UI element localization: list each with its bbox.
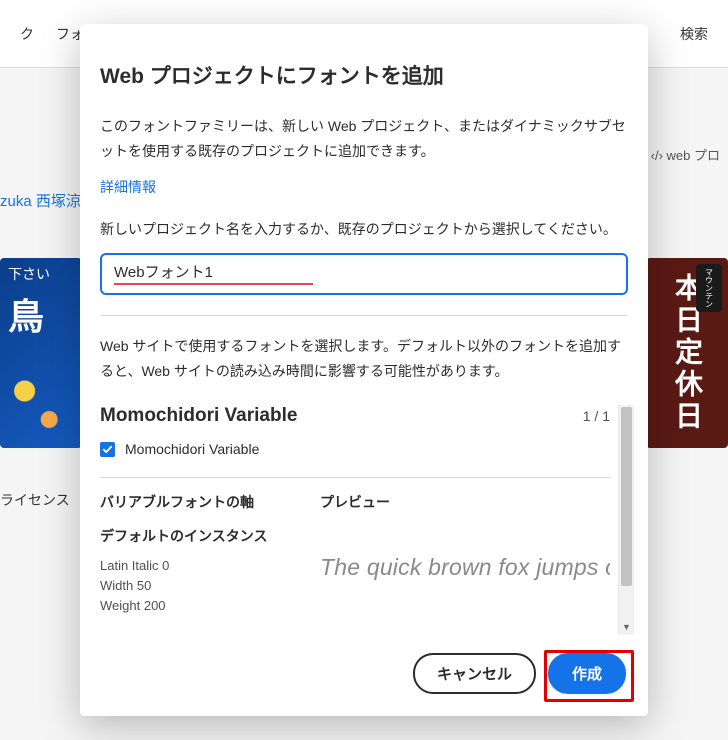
range-label-truncated: 範囲 <box>100 634 280 635</box>
font-family-heading: Momochidori Variable <box>100 405 297 427</box>
axis-value: Width 50 <box>100 576 280 596</box>
scrollbar-thumb[interactable] <box>621 407 632 586</box>
check-icon <box>102 444 113 455</box>
add-font-to-web-project-dialog: Web プロジェクトにフォントを追加 このフォントファミリーは、新しい Web … <box>80 24 648 716</box>
create-button[interactable]: 作成 <box>548 653 626 694</box>
variable-axis-title: バリアブルフォントの軸 <box>100 492 280 512</box>
dialog-footer: キャンセル 作成 <box>80 635 648 694</box>
scrollbar[interactable]: ▼ <box>618 405 634 635</box>
font-selection-description: Web サイトで使用するフォントを選択します。デフォルト以外のフォントを追加する… <box>100 334 634 383</box>
dialog-description: このフォントファミリーは、新しい Web プロジェクト、またはダイナミックサブセ… <box>100 114 634 163</box>
more-info-link[interactable]: 詳細情報 <box>100 177 634 197</box>
default-instance-title: デフォルトのインスタンス <box>100 526 280 546</box>
font-counter: 1 / 1 <box>583 408 610 424</box>
divider <box>100 315 628 316</box>
scroll-down-arrow[interactable]: ▼ <box>619 619 634 635</box>
project-name-instruction: 新しいプロジェクト名を入力するか、既存のプロジェクトから選択してください。 <box>100 219 634 239</box>
divider <box>100 477 610 478</box>
axis-value: Weight 200 <box>100 596 280 616</box>
axis-value: Latin Italic 0 <box>100 556 280 576</box>
project-name-input-wrapper[interactable] <box>100 253 628 295</box>
font-preview-text: The quick brown fox jumps over the <box>320 554 610 581</box>
dialog-title: Web プロジェクトにフォントを追加 <box>100 60 634 90</box>
project-name-input[interactable] <box>114 263 313 280</box>
font-checkbox-label: Momochidori Variable <box>125 441 259 457</box>
font-list-scroll-area: Momochidori Variable 1 / 1 Momochidori V… <box>100 405 634 635</box>
cancel-button[interactable]: キャンセル <box>413 653 536 694</box>
font-checkbox[interactable] <box>100 442 115 457</box>
preview-title: プレビュー <box>320 492 610 512</box>
